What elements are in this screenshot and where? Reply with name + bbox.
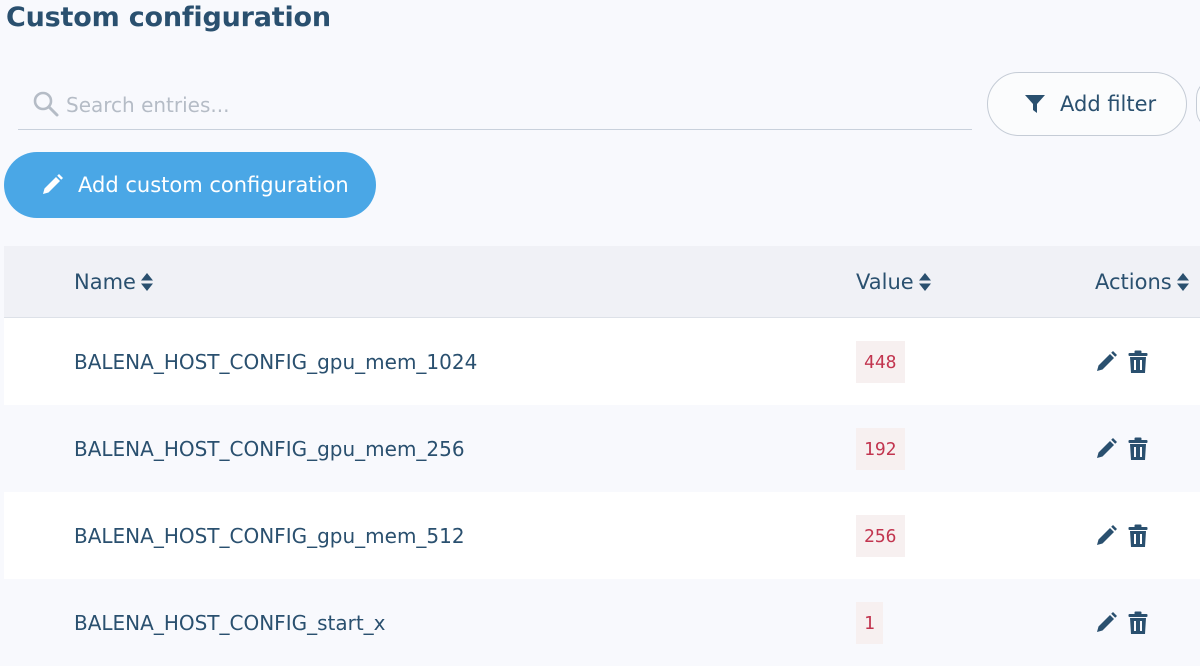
row-actions [1094,579,1148,666]
add-filter-label: Add filter [1060,92,1157,116]
add-filter-button[interactable]: Add filter [987,72,1187,136]
pencil-icon [43,174,63,194]
config-name: BALENA_HOST_CONFIG_start_x [74,610,386,635]
column-header-name[interactable]: Name [74,246,154,318]
column-header-value[interactable]: Value [856,246,932,318]
sort-icon [140,273,153,291]
search-bar [18,84,972,130]
sort-icon [1176,273,1189,291]
trash-icon[interactable] [1128,524,1148,548]
column-header-actions-label: Actions [1095,270,1172,294]
config-value: 1 [856,602,883,644]
row-actions [1094,492,1148,579]
config-name: BALENA_HOST_CONFIG_gpu_mem_256 [74,436,465,461]
column-header-value-label: Value [856,270,914,294]
config-value: 256 [856,515,905,557]
view-button[interactable] [1196,78,1200,130]
edit-icon[interactable] [1094,350,1118,374]
config-value: 192 [856,428,905,470]
edit-icon[interactable] [1094,524,1118,548]
trash-icon[interactable] [1128,437,1148,461]
row-actions [1094,318,1148,405]
search-input[interactable] [66,88,946,122]
column-header-actions[interactable]: Actions [1095,246,1190,318]
funnel-icon [1025,95,1045,113]
table-header: Name Value Actions [4,246,1200,318]
edit-icon[interactable] [1094,611,1118,635]
config-name: BALENA_HOST_CONFIG_gpu_mem_512 [74,523,465,548]
column-header-name-label: Name [74,270,136,294]
config-value: 448 [856,341,905,383]
row-actions [1094,405,1148,492]
add-custom-configuration-button[interactable]: Add custom configuration [4,152,376,218]
sort-icon [918,273,931,291]
configuration-table: Name Value Actions BALENA_HOST_CONFIG_gp… [4,246,1200,666]
table-row: BALENA_HOST_CONFIG_start_x 1 [4,579,1200,666]
table-row: BALENA_HOST_CONFIG_gpu_mem_1024 448 [4,318,1200,405]
page-title: Custom configuration [6,2,331,33]
table-row: BALENA_HOST_CONFIG_gpu_mem_256 192 [4,405,1200,492]
table-row: BALENA_HOST_CONFIG_gpu_mem_512 256 [4,492,1200,579]
config-name: BALENA_HOST_CONFIG_gpu_mem_1024 [74,349,478,374]
edit-icon[interactable] [1094,437,1118,461]
add-custom-configuration-label: Add custom configuration [78,173,349,197]
trash-icon[interactable] [1128,611,1148,635]
search-icon [33,91,59,117]
trash-icon[interactable] [1128,350,1148,374]
